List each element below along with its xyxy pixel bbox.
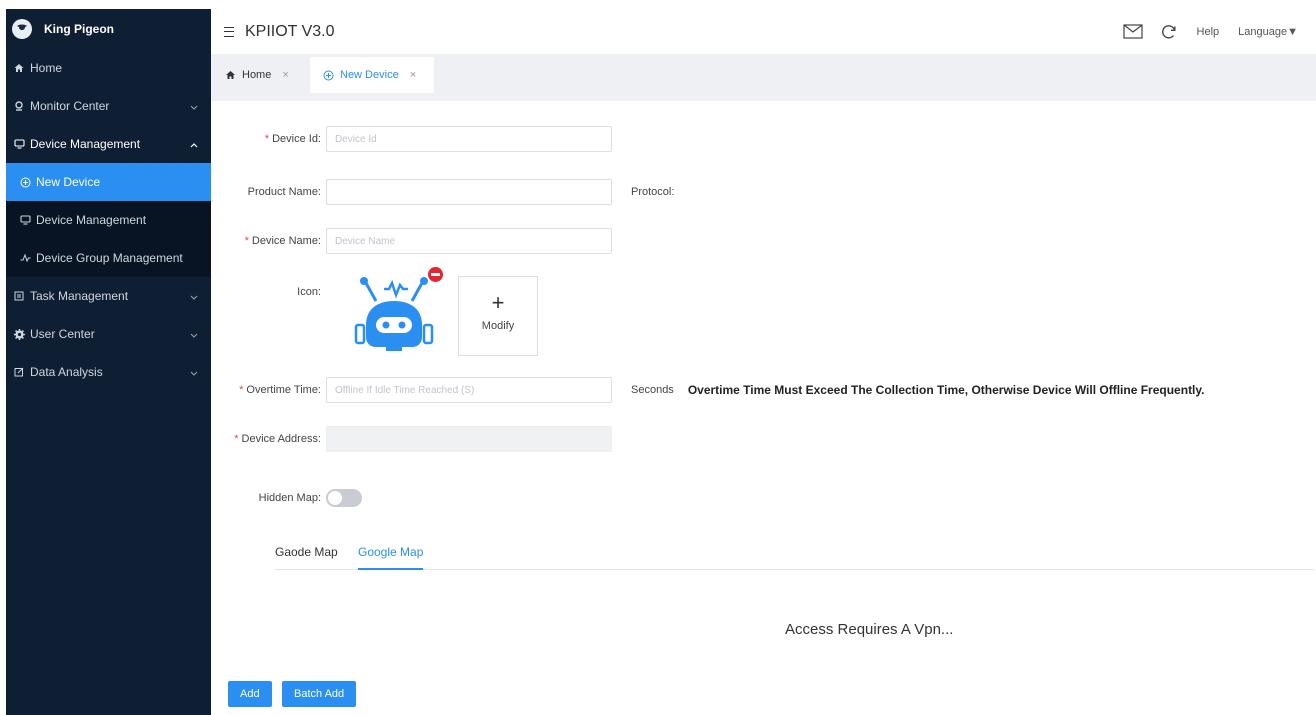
hidden-map-toggle[interactable] [326, 489, 362, 507]
hidden-map-label: Hidden Map: [258, 492, 321, 504]
sidebar-item-home[interactable]: Home [6, 49, 211, 87]
monitor-icon [19, 215, 31, 225]
label-text: Overtime Time: [246, 384, 321, 396]
help-link[interactable]: Help [1197, 26, 1220, 38]
add-button[interactable]: Add [228, 681, 272, 707]
sidebar-item-label: Data Analysis [30, 365, 103, 379]
batch-add-button[interactable]: Batch Add [282, 681, 357, 707]
tab-close-icon[interactable]: × [282, 69, 288, 81]
device-id-row: * Device Id: [211, 126, 612, 152]
device-address-label: * Device Address: [211, 433, 326, 445]
page-tabs: Home × New Device × [211, 54, 1316, 101]
required-mark: * [239, 384, 244, 396]
refresh-icon[interactable] [1161, 24, 1177, 40]
remove-icon-badge[interactable] [428, 267, 443, 282]
device-id-label: * Device Id: [211, 133, 326, 145]
trend-icon [19, 253, 31, 263]
map-message: Access Requires A Vpn... [785, 621, 954, 638]
overtime-input[interactable] [326, 377, 612, 403]
required-mark: * [264, 133, 270, 145]
app-title: KPIIOT V3.0 [245, 22, 335, 40]
overtime-row: *Overtime Time: Seconds Overtime Time Mu… [211, 377, 1205, 403]
sidebar-item-monitor-center[interactable]: Monitor Center [6, 87, 211, 125]
sidebar-subitem-device-group-management[interactable]: Device Group Management [6, 239, 211, 277]
product-name-input[interactable] [326, 179, 612, 205]
device-name-row: * Device Name: [211, 228, 612, 254]
device-name-label: * Device Name: [211, 235, 326, 247]
sidebar-item-task-management[interactable]: Task Management [6, 277, 211, 315]
tab-close-icon[interactable]: × [410, 69, 416, 81]
pigeon-logo-icon [12, 19, 32, 39]
brand-name: King Pigeon [44, 22, 114, 36]
device-management-submenu: New Device Device Management Device Grou… [6, 163, 211, 277]
required-mark: * [234, 433, 239, 445]
gear-icon [13, 328, 25, 340]
home-icon [225, 70, 236, 80]
location-pin-icon [13, 101, 25, 111]
tab-label: Home [242, 69, 272, 81]
top-header: KPIIOT V3.0 Help Language▼ [211, 9, 1316, 54]
sidebar-item-label: Device Group Management [36, 251, 183, 265]
sidebar-item-label: New Device [36, 175, 101, 189]
plus-circle-icon [19, 177, 31, 188]
monitor-icon [13, 139, 25, 149]
brand: King Pigeon [6, 9, 211, 49]
tab-new-device[interactable]: New Device × [310, 57, 434, 93]
seconds-unit: Seconds [631, 384, 674, 396]
sidebar-item-label: Device Management [30, 137, 141, 151]
modify-label: Modify [481, 320, 515, 332]
product-name-label: Product Name: [247, 186, 321, 198]
chevron-down-icon [190, 99, 198, 113]
device-address-row: * Device Address: [211, 426, 612, 452]
sidebar-item-label: Task Management [30, 289, 129, 303]
chevron-down-icon [190, 289, 198, 303]
map-tabs: Gaode Map Google Map [275, 540, 1315, 570]
tab-label: New Device [340, 69, 399, 81]
chevron-up-icon [190, 137, 198, 151]
tab-home[interactable]: Home × [225, 57, 289, 93]
icon-row: Icon: [211, 286, 326, 298]
chevron-down-icon [190, 327, 198, 341]
sidebar-item-device-management[interactable]: Device Management [6, 125, 211, 163]
plus-circle-icon [323, 70, 334, 81]
product-name-row: Product Name: Protocol: [211, 179, 674, 205]
sidebar-item-data-analysis[interactable]: Data Analysis [6, 353, 211, 391]
task-icon [13, 291, 25, 301]
device-id-input[interactable] [326, 126, 612, 152]
icon-label: Icon: [297, 286, 321, 298]
required-mark: * [244, 235, 249, 247]
label-text: Device Id: [272, 133, 321, 145]
protocol-label: Protocol: [631, 186, 675, 198]
overtime-warning: Overtime Time Must Exceed The Collection… [687, 383, 1205, 397]
tab-google-map[interactable]: Google Map [358, 540, 424, 570]
header-actions: Help Language▼ [1122, 9, 1298, 54]
label-text: Device Address: [241, 433, 321, 445]
label-text: Device Name: [251, 235, 321, 247]
sidebar: King Pigeon Home Monitor Center Device M… [6, 9, 211, 715]
hidden-map-row: Hidden Map: [211, 489, 362, 507]
sidebar-item-user-center[interactable]: User Center [6, 315, 211, 353]
overtime-label: * Overtime Time: [211, 384, 326, 396]
sidebar-item-label: Home [30, 61, 63, 75]
mail-icon[interactable] [1122, 24, 1143, 39]
sidebar-subitem-device-management[interactable]: Device Management [6, 201, 211, 239]
sidebar-item-label: Monitor Center [30, 99, 110, 113]
menu-toggle-icon[interactable] [224, 26, 234, 37]
plus-icon: + [491, 290, 505, 315]
device-icon-preview [352, 267, 444, 358]
sidebar-subitem-new-device[interactable]: New Device [6, 163, 211, 201]
device-address-input[interactable] [326, 426, 612, 452]
modify-icon-button[interactable]: + Modify [458, 276, 538, 356]
tab-gaode-map[interactable]: Gaode Map [275, 540, 338, 570]
chevron-down-icon [190, 365, 198, 379]
home-icon [13, 63, 25, 73]
sidebar-item-label: Device Management [36, 213, 147, 227]
device-name-input[interactable] [326, 228, 612, 254]
language-dropdown[interactable]: Language▼ [1238, 26, 1298, 38]
sidebar-item-label: User Center [30, 327, 95, 341]
edit-icon [13, 367, 25, 377]
